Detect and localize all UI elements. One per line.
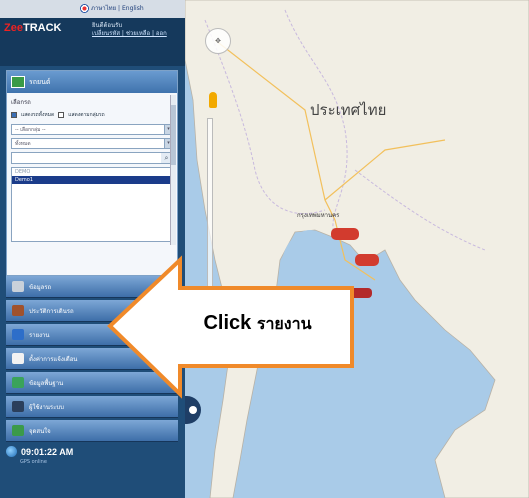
callout-bold: Click: [203, 312, 252, 334]
callout-label: รายงาน: [256, 316, 312, 333]
callout-overlay: [107, 255, 354, 399]
callout-text: Click รายงาน: [170, 312, 345, 337]
